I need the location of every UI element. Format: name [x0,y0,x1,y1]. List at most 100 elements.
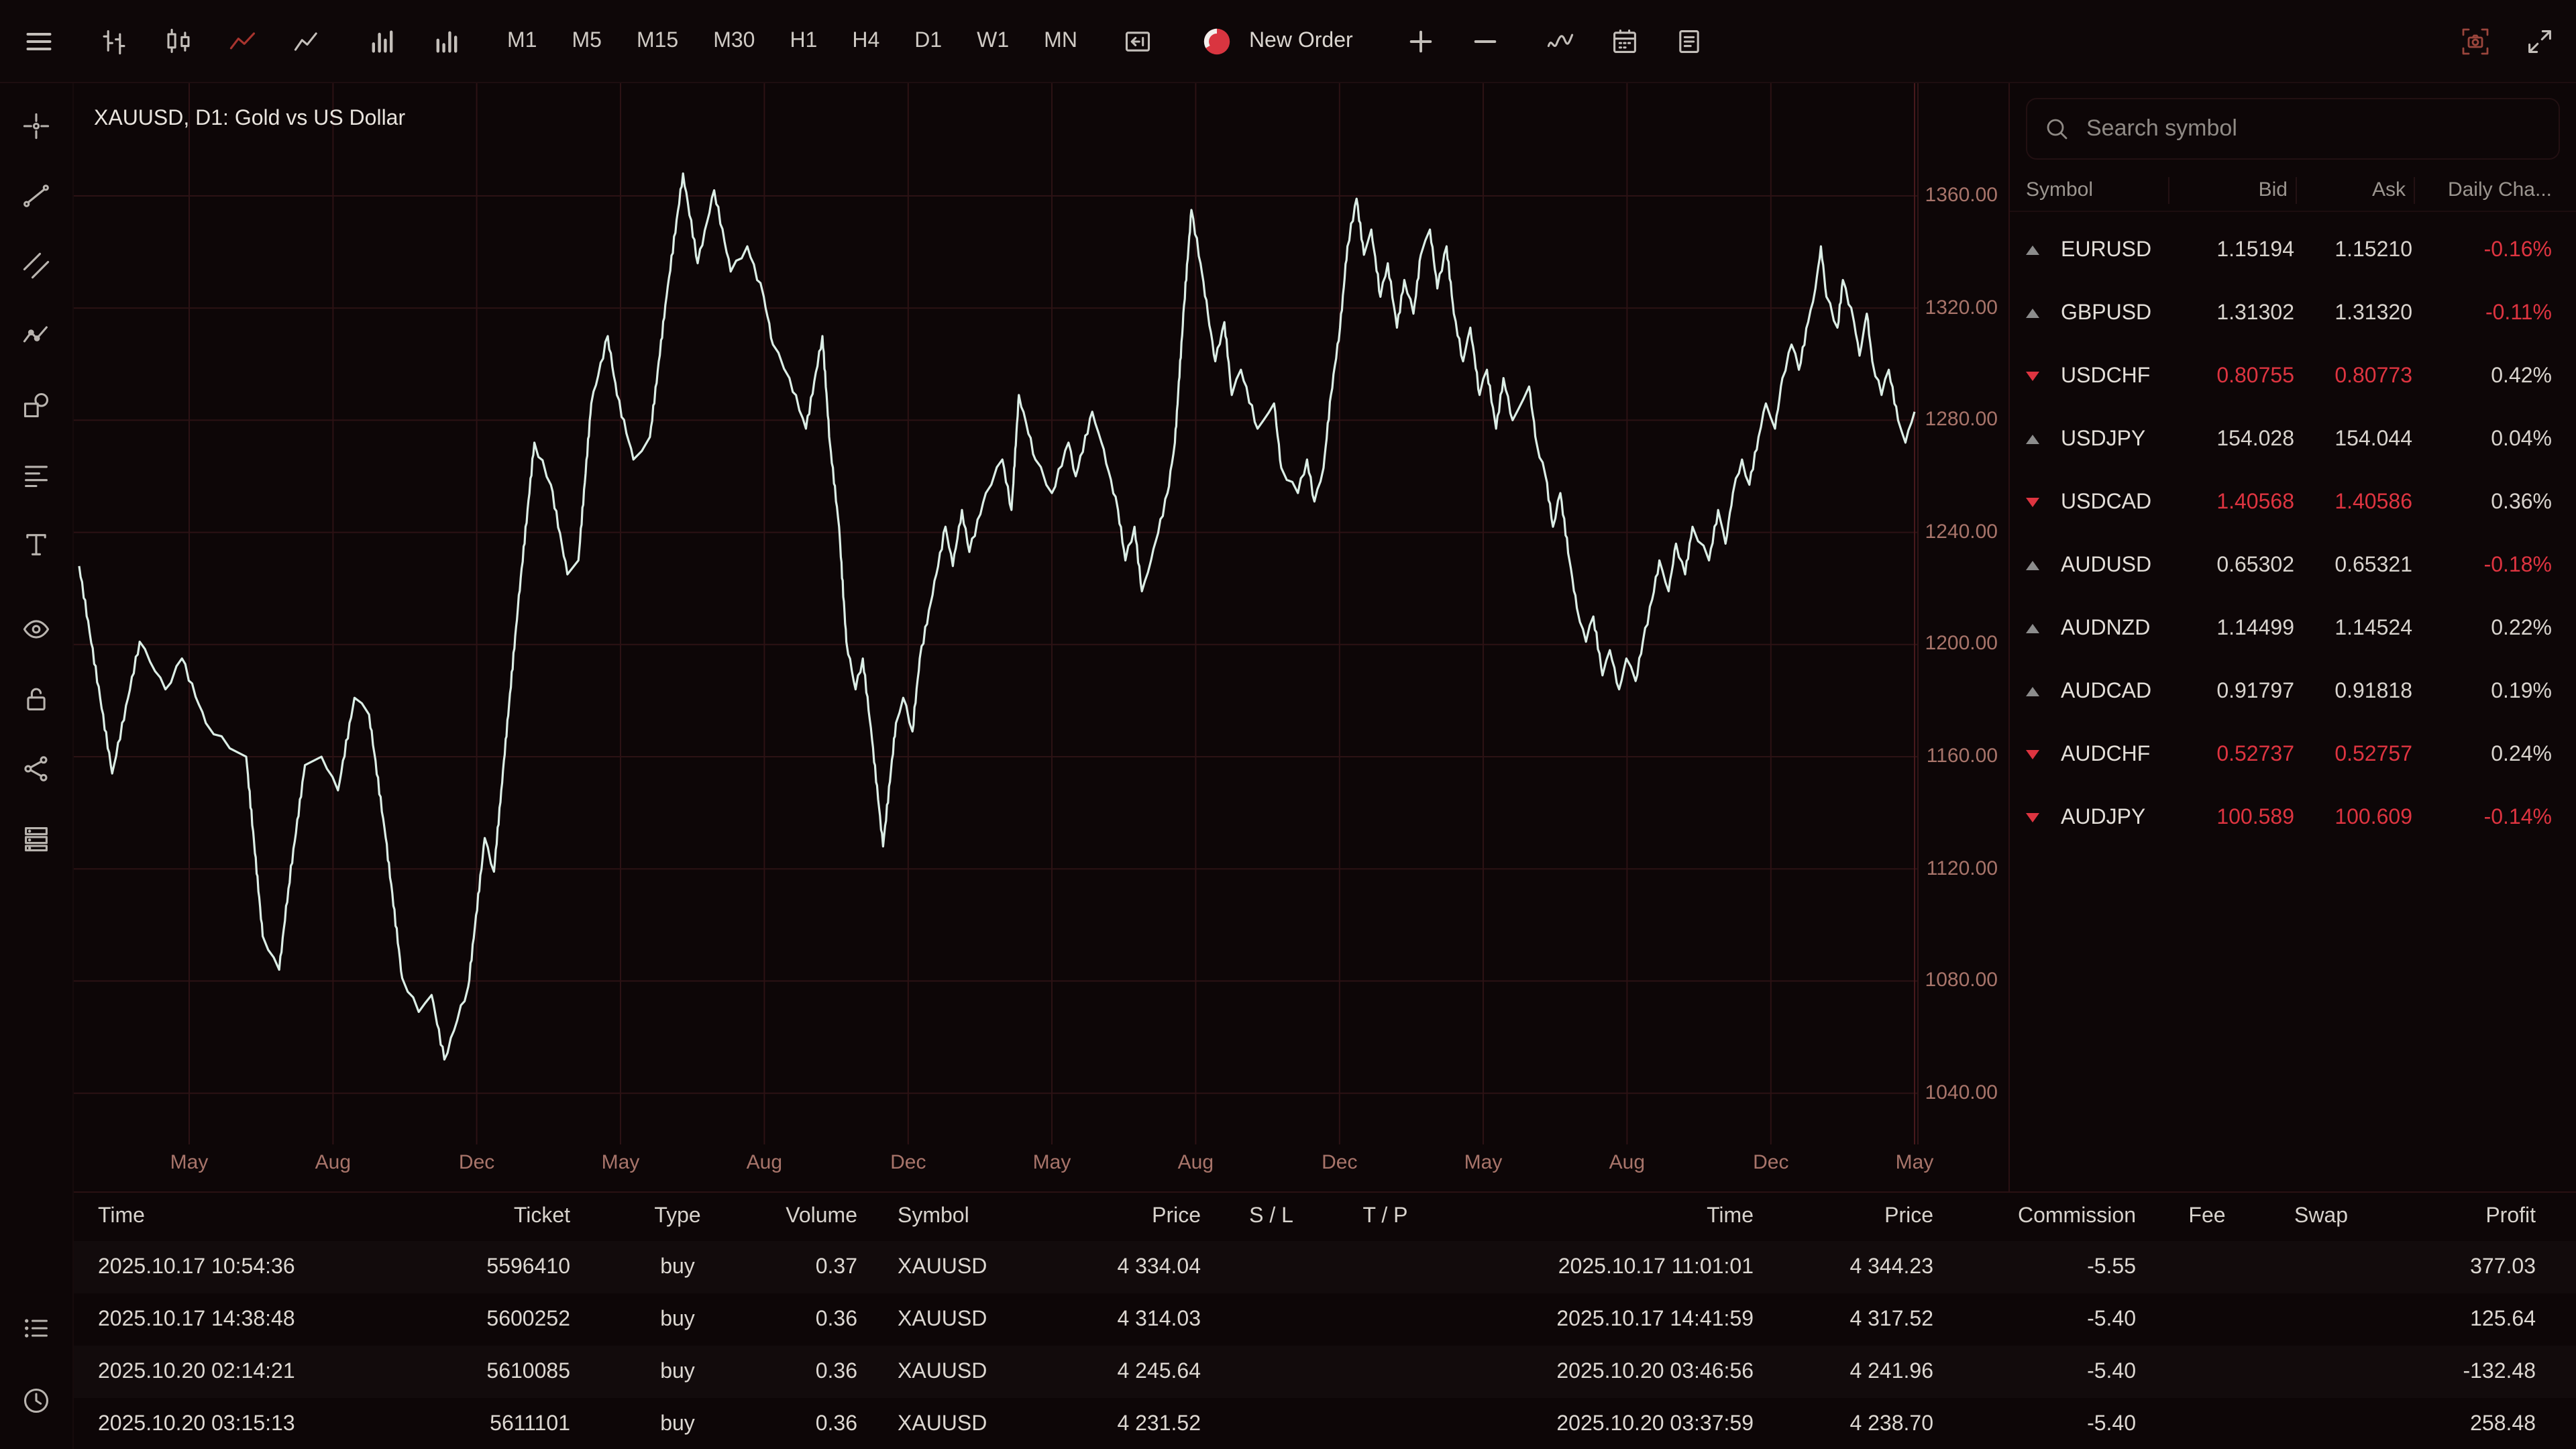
zoom-in-icon[interactable] [1407,26,1436,56]
timeframe-H4[interactable]: H4 [852,29,879,53]
time-tick-label: Aug [1178,1151,1214,1174]
market-watch-row[interactable]: AUDJPY100.589100.609-0.14% [2010,786,2576,849]
layers-icon[interactable] [21,824,51,853]
price-down-icon [2026,498,2039,507]
history-row[interactable]: 2025.10.17 10:54:365596410buy0.37XAUUSD4… [74,1241,2576,1293]
market-watch-row[interactable]: GBPUSD1.313021.31320-0.11% [2010,282,2576,345]
symbol-name: GBPUSD [2061,301,2171,325]
lock-icon[interactable] [21,684,51,714]
price-axis[interactable]: 1360.001320.001280.001240.001200.001160.… [1917,83,2008,1144]
daily-change-value: 0.42% [2412,364,2552,388]
history-column-header[interactable]: Volume [778,1205,865,1229]
history-column-header[interactable]: Symbol [865,1205,1073,1229]
history-column-header[interactable]: Commission [1945,1205,2147,1229]
calendar-icon[interactable] [1611,26,1640,56]
history-cell: 4 317.52 [1764,1307,1945,1332]
history-cell: -132.48 [2375,1360,2576,1384]
tools-group [1546,26,1705,56]
symbol-name: AUDCHF [2061,743,2171,767]
indicators-icon[interactable] [1546,26,1576,56]
market-watch-row[interactable]: USDJPY154.028154.0440.04% [2010,408,2576,471]
history-column-header[interactable]: Type [577,1205,778,1229]
history-cell: 4 238.70 [1764,1412,1945,1436]
market-watch-row[interactable]: AUDCHF0.527370.527570.24% [2010,723,2576,786]
chart-area[interactable]: XAUUSD, D1: Gold vs US Dollar 1360.00132… [74,83,2008,1191]
market-watch-row[interactable]: USDCAD1.405681.405860.36% [2010,471,2576,534]
journal-icon[interactable] [1675,26,1705,56]
market-watch-row[interactable]: USDCHF0.807550.807730.42% [2010,345,2576,408]
new-order-button[interactable]: New Order [1193,23,1361,58]
trendline-icon[interactable] [21,181,51,211]
history-row[interactable]: 2025.10.20 03:15:135611101buy0.36XAUUSD4… [74,1398,2576,1449]
fibonacci-icon[interactable] [21,460,51,490]
timeframe-M1[interactable]: M1 [507,29,537,53]
channel-icon[interactable] [21,251,51,280]
history-cell: buy [577,1360,778,1384]
history-column-header[interactable]: Time [74,1205,476,1229]
column-ask[interactable]: Ask [2296,177,2414,204]
timeframe-D1[interactable]: D1 [914,29,942,53]
screenshot-icon[interactable] [2461,26,2490,56]
tick-volumes-icon[interactable] [432,26,462,56]
crosshair-icon[interactable] [21,111,51,141]
history-column-header[interactable]: T / P [1328,1205,1442,1229]
history-row[interactable]: 2025.10.20 02:14:215610085buy0.36XAUUSD4… [74,1346,2576,1398]
menu-group [24,26,54,56]
timeframe-H1[interactable]: H1 [790,29,817,53]
text-icon[interactable] [21,530,51,559]
history-column-header[interactable]: Price [1764,1205,1945,1229]
toolbox-icon[interactable] [21,1313,51,1343]
history-column-header[interactable]: Time [1442,1205,1764,1229]
price-up-icon [2026,309,2039,318]
bars-icon[interactable] [99,26,129,56]
history-column-header[interactable]: Price [1073,1205,1214,1229]
market-watch-row[interactable]: AUDUSD0.653020.65321-0.18% [2010,534,2576,597]
fullscreen-icon[interactable] [2525,26,2555,56]
history-column-header[interactable]: Ticket [476,1205,577,1229]
line-chart-icon[interactable] [228,26,258,56]
price-chart[interactable] [74,83,1917,1144]
menu-icon[interactable] [24,26,54,56]
price-tick-label: 1200.00 [1925,633,1998,657]
zoom-out-icon[interactable] [1471,26,1501,56]
visibility-icon[interactable] [21,614,51,644]
bid-value: 1.40568 [2171,490,2294,515]
history-cell: buy [577,1307,778,1332]
content-row: XAUUSD, D1: Gold vs US Dollar 1360.00132… [0,83,2576,1449]
time-axis[interactable]: MayAugDecMayAugDecMayAugDecMayAugDecMay [74,1144,1919,1191]
ask-value: 1.31320 [2294,301,2412,325]
column-symbol[interactable]: Symbol [2010,177,2168,204]
history-row[interactable]: 2025.10.17 14:38:485600252buy0.36XAUUSD4… [74,1293,2576,1346]
timeframe-M15[interactable]: M15 [637,29,678,53]
history-cell: 4 231.52 [1073,1412,1214,1436]
history-icon[interactable] [21,1386,51,1415]
market-watch-row[interactable]: AUDCAD0.917970.918180.19% [2010,660,2576,723]
polyline-icon[interactable] [21,321,51,350]
column-bid[interactable]: Bid [2168,177,2296,204]
candlesticks-icon[interactable] [164,26,193,56]
history-rows: 2025.10.17 10:54:365596410buy0.37XAUUSD4… [74,1241,2576,1449]
market-watch-row[interactable]: AUDNZD1.144991.145240.22% [2010,597,2576,660]
daily-change-value: -0.11% [2412,301,2552,325]
column-daily-change[interactable]: Daily Cha... [2414,177,2576,204]
history-cell: 4 344.23 [1764,1255,1945,1279]
history-column-header[interactable]: Profit [2375,1205,2576,1229]
volumes-icon[interactable] [368,26,397,56]
timeframe-MN[interactable]: MN [1044,29,1077,53]
daily-change-value: -0.18% [2412,553,2552,578]
timeframe-W1[interactable]: W1 [977,29,1009,53]
area-chart-icon[interactable] [292,26,322,56]
chart-shift-icon[interactable] [1123,26,1152,56]
shapes-icon[interactable] [21,390,51,420]
timeframe-M30[interactable]: M30 [713,29,755,53]
timeframe-M5[interactable]: M5 [572,29,601,53]
history-column-header[interactable]: S / L [1214,1205,1328,1229]
history-column-header[interactable]: Fee [2147,1205,2267,1229]
market-watch-row[interactable]: EURUSD1.151941.15210-0.16% [2010,219,2576,282]
objects-icon[interactable] [21,754,51,784]
draw-tools-group [21,111,51,559]
history-column-header[interactable]: Swap [2267,1205,2375,1229]
ask-value: 1.14524 [2294,616,2412,641]
symbol-name: AUDJPY [2061,806,2171,830]
search-input[interactable] [2084,114,2542,144]
